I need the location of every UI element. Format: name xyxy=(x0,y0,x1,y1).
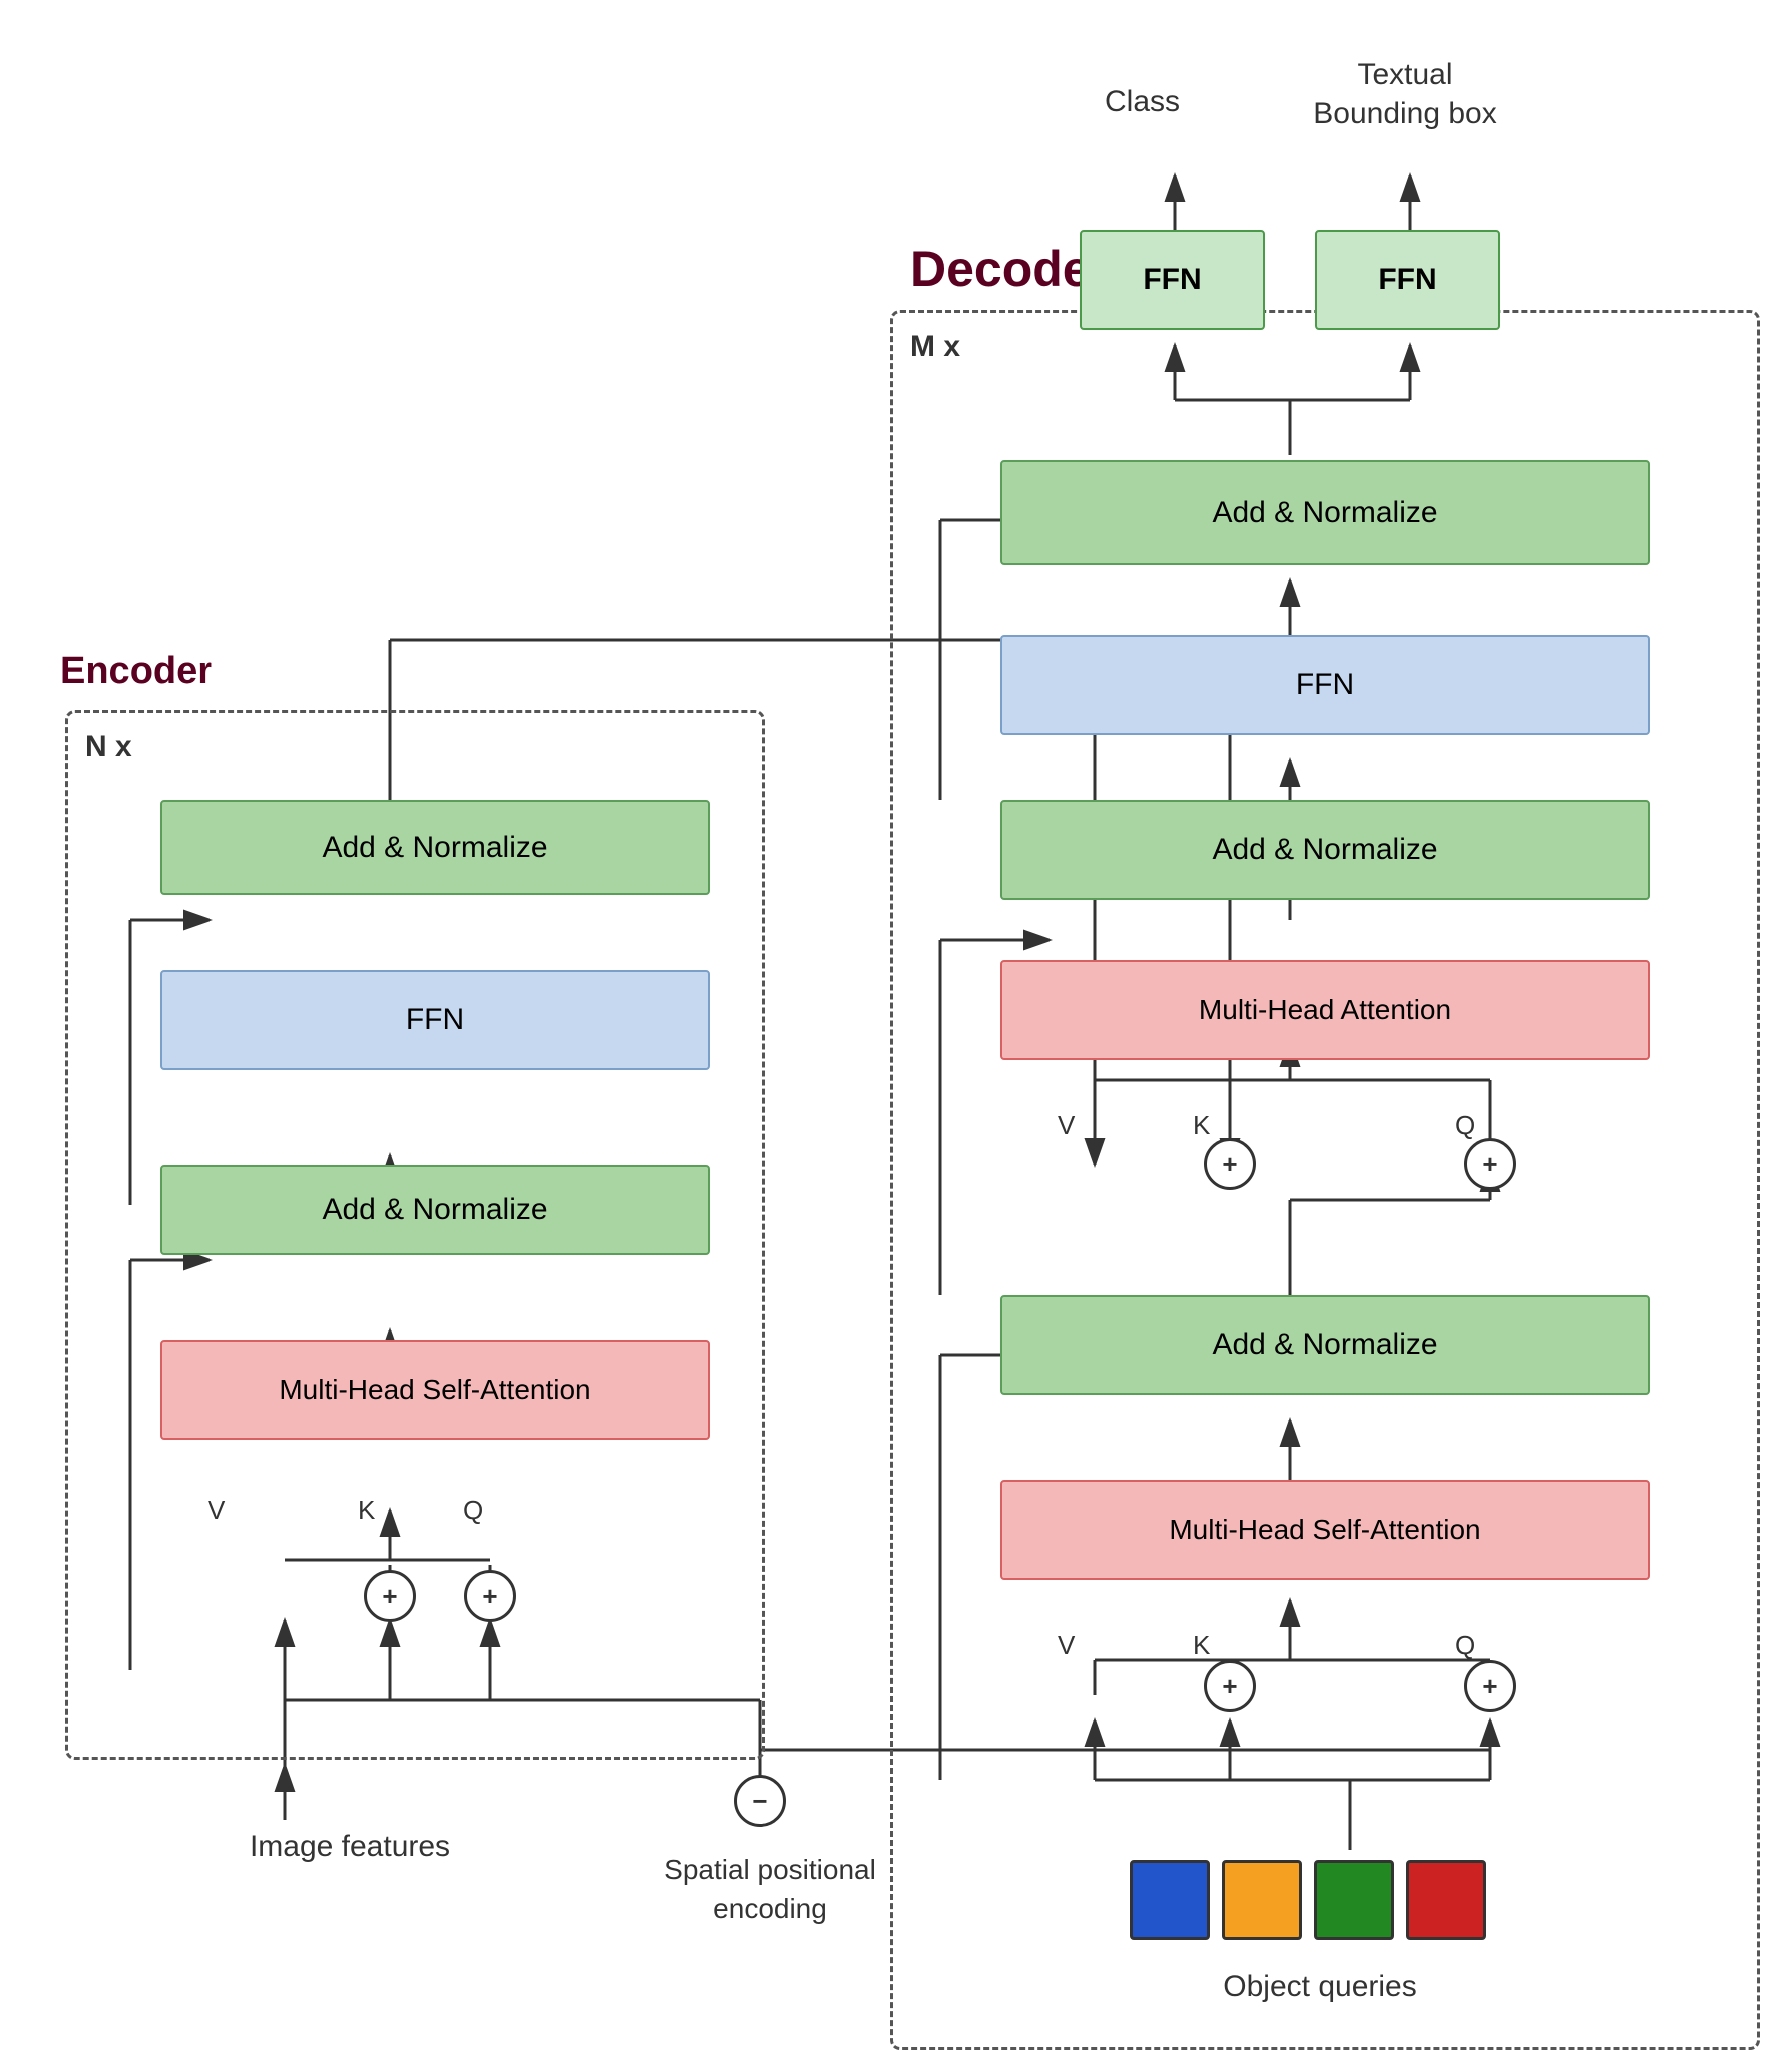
decoder-add-norm-mid: Add & Normalize xyxy=(1000,800,1650,900)
encoder-v-label: V xyxy=(208,1495,225,1526)
decoder-self-v-label: V xyxy=(1058,1630,1075,1661)
image-features-label: Image features xyxy=(175,1830,525,1864)
encoder-q-label: Q xyxy=(463,1495,483,1526)
encoder-self-attention: Multi-Head Self-Attention xyxy=(160,1340,710,1440)
encoder-repeat-label: N x xyxy=(85,730,132,764)
decoder-self-attention: Multi-Head Self-Attention xyxy=(1000,1480,1650,1580)
encoder-ffn: FFN xyxy=(160,970,710,1070)
decoder-cross-q-plus: + xyxy=(1464,1138,1516,1190)
ffn-bbox-box: FFN xyxy=(1315,230,1500,330)
decoder-self-q-label: Q xyxy=(1455,1630,1475,1661)
bbox-output-label: Textual Bounding box xyxy=(1285,55,1525,133)
decoder-cross-k-label: K xyxy=(1193,1110,1210,1141)
decoder-ffn: FFN xyxy=(1000,635,1650,735)
decoder-add-norm-top: Add & Normalize xyxy=(1000,460,1650,565)
decoder-self-q-plus: + xyxy=(1464,1660,1516,1712)
decoder-dashed-box xyxy=(890,310,1760,2050)
decoder-add-norm-bot: Add & Normalize xyxy=(1000,1295,1650,1395)
decoder-self-k-plus: + xyxy=(1204,1660,1256,1712)
spatial-encoding-label: Spatial positional encoding xyxy=(660,1850,880,1928)
decoder-cross-attention: Multi-Head Attention xyxy=(1000,960,1650,1060)
spatial-encoding-circle: − xyxy=(734,1775,786,1827)
ffn-class-box: FFN xyxy=(1080,230,1265,330)
object-query-green xyxy=(1314,1860,1394,1940)
decoder-self-k-label: K xyxy=(1193,1630,1210,1661)
object-query-red xyxy=(1406,1860,1486,1940)
class-output-label: Class xyxy=(1105,85,1180,119)
encoder-k-label: K xyxy=(358,1495,375,1526)
decoder-cross-v-label: V xyxy=(1058,1110,1075,1141)
encoder-add-norm-bottom: Add & Normalize xyxy=(160,1165,710,1255)
decoder-cross-q-label: Q xyxy=(1455,1110,1475,1141)
decoder-cross-k-plus: + xyxy=(1204,1138,1256,1190)
encoder-k-plus: + xyxy=(364,1570,416,1622)
encoder-add-norm-top: Add & Normalize xyxy=(160,800,710,895)
object-query-blue xyxy=(1130,1860,1210,1940)
object-queries-label: Object queries xyxy=(1095,1970,1545,2004)
encoder-q-plus: + xyxy=(464,1570,516,1622)
object-query-orange xyxy=(1222,1860,1302,1940)
decoder-repeat-label: M x xyxy=(910,330,960,364)
object-queries-container xyxy=(1130,1860,1486,1940)
diagram: Encoder N x Add & Normalize FFN Add & No… xyxy=(0,0,1789,2048)
encoder-label: Encoder xyxy=(60,650,212,693)
